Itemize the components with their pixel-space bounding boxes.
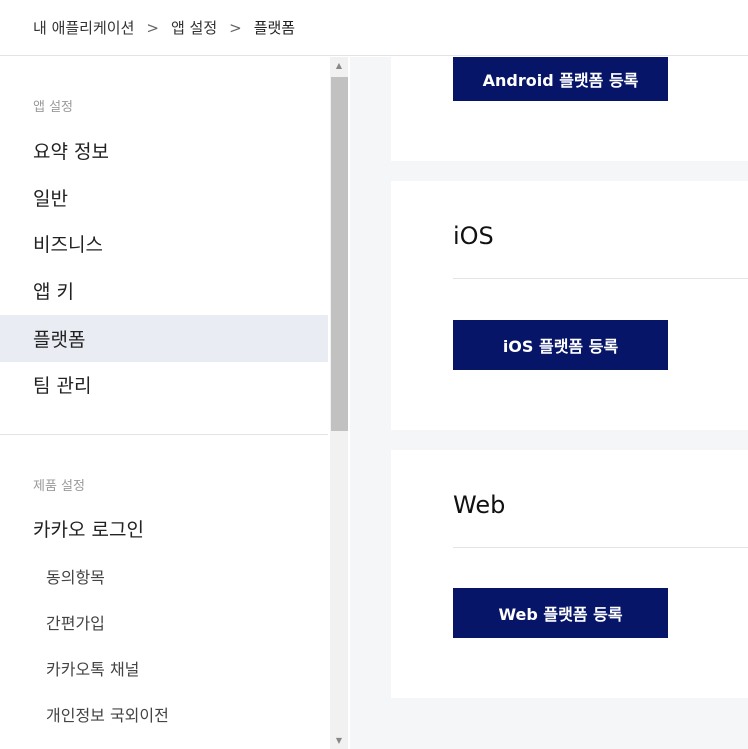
ios-section-title: iOS — [453, 222, 494, 250]
sidebar-subitem-easy-signup[interactable]: 간편가입 — [0, 602, 328, 642]
web-platform-card: Web Web 플랫폼 등록 — [391, 450, 748, 698]
sidebar-item-summary[interactable]: 요약 정보 — [0, 127, 328, 174]
sidebar-section-product-settings: 제품 설정 — [33, 479, 85, 494]
breadcrumb-separator: > — [146, 18, 159, 37]
sidebar-subitem-kakaotalk-channel[interactable]: 카카오톡 채널 — [0, 648, 328, 688]
main-content: Android 플랫폼 등록 iOS iOS 플랫폼 등록 Web Web 플랫… — [350, 57, 748, 749]
scroll-down-arrow-icon[interactable]: ▼ — [330, 732, 348, 749]
sidebar-scrollbar[interactable]: ▲ ▼ — [330, 57, 348, 749]
sidebar-item-app-keys[interactable]: 앱 키 — [0, 267, 328, 314]
scrollbar-thumb[interactable] — [331, 77, 348, 431]
sidebar-subitem-overseas-transfer[interactable]: 개인정보 국외이전 — [0, 694, 328, 734]
sidebar-section-app-settings: 앱 설정 — [33, 100, 74, 115]
sidebar-subitem-consent[interactable]: 동의항목 — [0, 556, 328, 596]
scroll-up-arrow-icon[interactable]: ▲ — [330, 57, 348, 74]
breadcrumb-separator: > — [229, 18, 242, 37]
android-platform-card: Android 플랫폼 등록 — [391, 57, 748, 161]
ios-register-button[interactable]: iOS 플랫폼 등록 — [453, 320, 668, 370]
sidebar-divider — [0, 434, 328, 435]
sidebar-item-team[interactable]: 팀 관리 — [0, 361, 328, 408]
ios-platform-card: iOS iOS 플랫폼 등록 — [391, 181, 748, 430]
web-section-title: Web — [453, 491, 506, 519]
sidebar-item-general[interactable]: 일반 — [0, 174, 328, 221]
android-register-button[interactable]: Android 플랫폼 등록 — [453, 57, 668, 101]
web-section-divider — [453, 547, 748, 548]
web-register-button[interactable]: Web 플랫폼 등록 — [453, 588, 668, 638]
sidebar: 앱 설정 요약 정보 일반 비즈니스 앱 키 플랫폼 팀 관리 제품 설정 카카… — [0, 57, 350, 749]
ios-section-divider — [453, 278, 748, 279]
breadcrumb-current: 플랫폼 — [253, 19, 296, 37]
breadcrumb: 내 애플리케이션 > 앱 설정 > 플랫폼 — [0, 0, 748, 56]
breadcrumb-my-apps[interactable]: 내 애플리케이션 — [33, 17, 134, 38]
sidebar-item-kakao-login[interactable]: 카카오 로그인 — [0, 505, 328, 552]
sidebar-item-business[interactable]: 비즈니스 — [0, 220, 328, 267]
breadcrumb-app-settings[interactable]: 앱 설정 — [171, 17, 217, 38]
sidebar-item-platform[interactable]: 플랫폼 — [0, 315, 328, 362]
